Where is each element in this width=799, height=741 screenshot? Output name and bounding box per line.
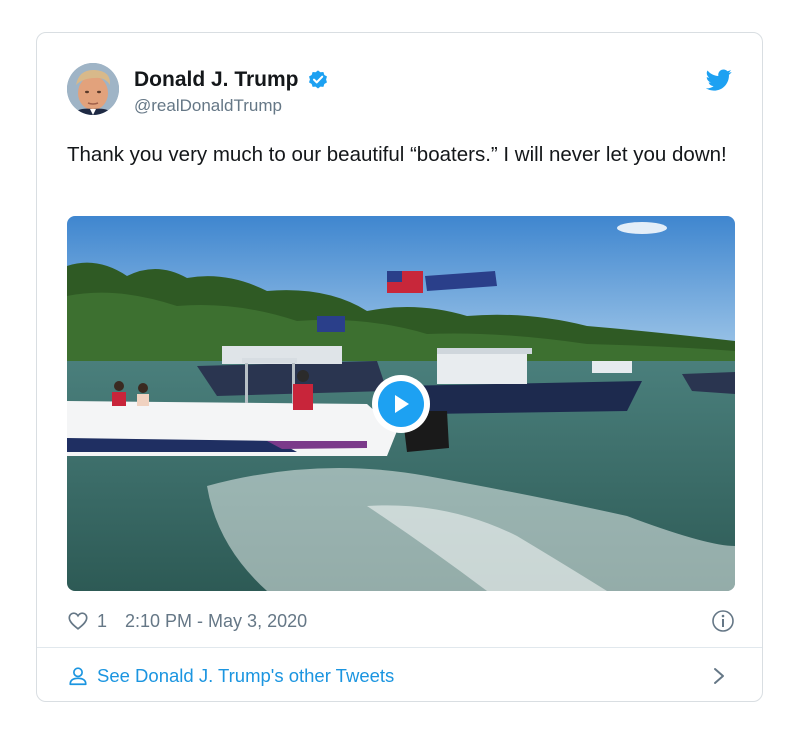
avatar[interactable] — [67, 63, 119, 115]
play-icon — [395, 395, 409, 413]
heart-icon[interactable] — [67, 610, 89, 632]
user-handle[interactable]: @realDonaldTrump — [134, 95, 282, 117]
tweet-meta-row: 1 2:10 PM - May 3, 2020 — [67, 607, 735, 635]
tweet-header: Donald J. Trump @realDonaldTrump — [37, 33, 762, 133]
see-other-tweets-link[interactable]: See Donald J. Trump's other Tweets — [67, 663, 394, 689]
see-other-tweets-label: See Donald J. Trump's other Tweets — [97, 665, 395, 686]
name-row: Donald J. Trump — [134, 67, 329, 93]
tweet-timestamp[interactable]: 2:10 PM - May 3, 2020 — [125, 611, 307, 632]
chevron-right-icon[interactable] — [710, 666, 728, 686]
play-button[interactable] — [372, 375, 430, 433]
embedded-tweet-card: Donald J. Trump @realDonaldTrump Thank y… — [36, 32, 763, 702]
like-count[interactable]: 1 — [97, 611, 107, 632]
verified-badge-icon — [308, 70, 327, 89]
display-name[interactable]: Donald J. Trump — [134, 67, 299, 93]
divider — [37, 647, 762, 648]
play-button-inner — [378, 381, 424, 427]
twitter-bird-icon[interactable] — [706, 67, 732, 93]
avatar-image — [67, 63, 119, 115]
tweet-video[interactable] — [67, 216, 735, 591]
person-icon — [69, 667, 87, 686]
tweet-text: Thank you very much to our beautiful “bo… — [67, 143, 727, 166]
info-icon[interactable] — [711, 609, 735, 633]
